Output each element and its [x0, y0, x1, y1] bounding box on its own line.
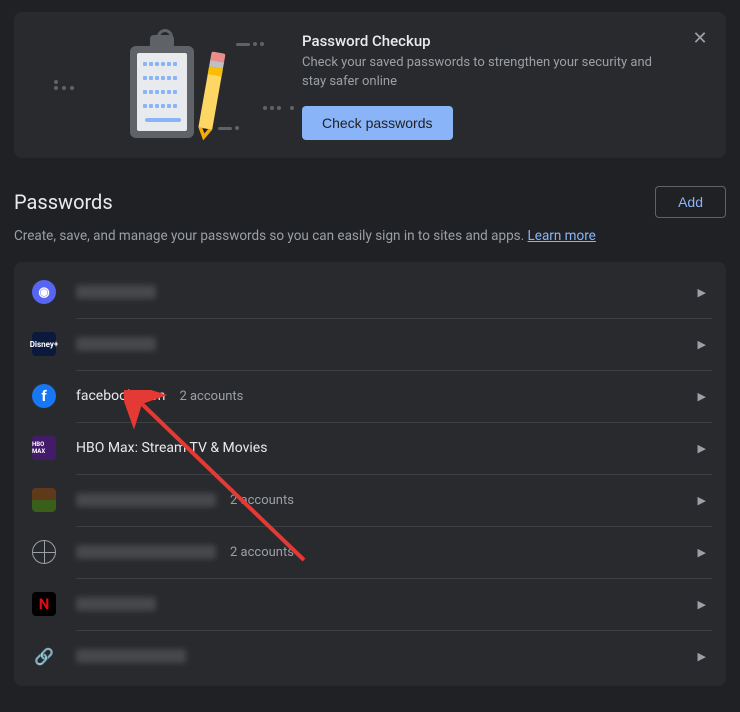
- password-row-facebook[interactable]: f facebook.com 2 accounts ▶: [14, 370, 726, 422]
- chevron-right-icon: ▶: [698, 442, 706, 455]
- banner-illustration: [34, 30, 294, 140]
- site-icon-generic: [32, 488, 56, 512]
- banner-description: Check your saved passwords to strengthen…: [302, 54, 672, 92]
- password-row[interactable]: Disney+ ▶: [14, 318, 726, 370]
- password-row[interactable]: ◉ ▶: [14, 266, 726, 318]
- site-icon-facebook: f: [32, 384, 56, 408]
- password-row[interactable]: N ▶: [14, 578, 726, 630]
- site-icon-hbomax: HBO MAX: [32, 436, 56, 460]
- password-row[interactable]: 🔗 ▶: [14, 630, 726, 682]
- chevron-right-icon: ▶: [698, 286, 706, 299]
- site-name: HBO Max: Stream TV & Movies: [76, 440, 267, 456]
- password-checkup-banner: Password Checkup Check your saved passwo…: [14, 12, 726, 158]
- clipboard-icon: [130, 32, 194, 138]
- saved-passwords-list: ◉ ▶ Disney+ ▶ f facebook.com 2 accounts …: [14, 262, 726, 686]
- chevron-right-icon: ▶: [698, 338, 706, 351]
- chevron-right-icon: ▶: [698, 546, 706, 559]
- site-name: facebook.com: [76, 388, 165, 404]
- password-row[interactable]: 2 accounts ▶: [14, 526, 726, 578]
- check-passwords-button[interactable]: Check passwords: [302, 106, 453, 140]
- site-name-blurred: [76, 285, 156, 299]
- chevron-right-icon: ▶: [698, 390, 706, 403]
- close-icon: ✕: [692, 28, 707, 49]
- site-name-blurred: [76, 597, 156, 611]
- section-description: Create, save, and manage your passwords …: [14, 228, 726, 244]
- chevron-right-icon: ▶: [698, 650, 706, 663]
- accounts-count: 2 accounts: [230, 493, 294, 508]
- chevron-right-icon: ▶: [698, 494, 706, 507]
- site-icon-netflix: N: [32, 592, 56, 616]
- add-password-button[interactable]: Add: [655, 186, 726, 218]
- banner-title: Password Checkup: [302, 32, 706, 50]
- close-banner-button[interactable]: ✕: [688, 26, 712, 50]
- site-name-blurred: [76, 649, 186, 663]
- site-name-blurred: [76, 337, 156, 351]
- page-title: Passwords: [14, 190, 113, 214]
- password-row[interactable]: HBO MAX HBO Max: Stream TV & Movies ▶: [14, 422, 726, 474]
- site-icon-link: 🔗: [32, 644, 56, 668]
- site-name-blurred: [76, 545, 216, 559]
- learn-more-link[interactable]: Learn more: [528, 228, 596, 244]
- accounts-count: 2 accounts: [179, 389, 243, 404]
- password-row[interactable]: 2 accounts ▶: [14, 474, 726, 526]
- accounts-count: 2 accounts: [230, 545, 294, 560]
- site-name-blurred: [76, 493, 216, 507]
- site-icon-discord: ◉: [32, 280, 56, 304]
- site-icon-globe: [32, 540, 56, 564]
- chevron-right-icon: ▶: [698, 598, 706, 611]
- site-icon-disney: Disney+: [32, 332, 56, 356]
